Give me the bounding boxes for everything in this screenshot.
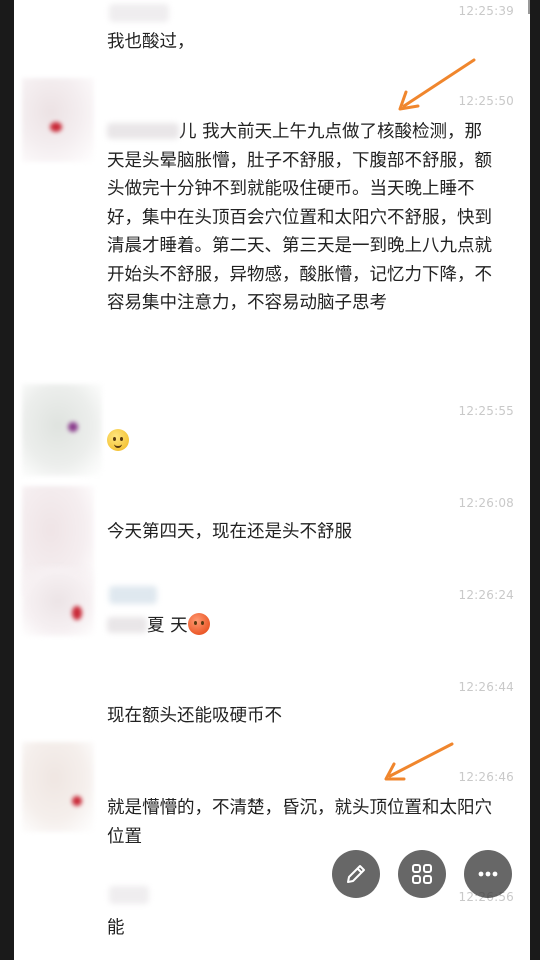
message-timestamp: 12:26:44 (458, 680, 514, 694)
chat-screen: 12:25:39 我也酸过， 12:25:50 儿 我大前天上午九点做了核酸检测… (14, 0, 530, 960)
message-timestamp: 12:26:24 (458, 588, 514, 602)
message-timestamp: 12:25:39 (458, 4, 514, 18)
mention-tail: 儿 (179, 122, 197, 142)
message-text (107, 428, 499, 457)
edit-button[interactable] (332, 850, 380, 898)
annotation-arrow-icon (398, 58, 476, 111)
more-icon (478, 871, 498, 877)
blurred-avatar[interactable] (22, 742, 94, 832)
message-text: 夏 天 (107, 612, 499, 641)
message-text: 儿 我大前天上午九点做了核酸检测，那天是头晕脑胀懵，肚子不舒服，下腹部不舒服，额… (107, 118, 499, 318)
message-timestamp: 12:25:55 (458, 404, 514, 418)
blurred-name (107, 617, 147, 633)
message-text: 我也酸过， (107, 32, 195, 52)
annotation-arrow-icon (384, 742, 454, 781)
halo-face-emoji-icon (107, 429, 129, 451)
blurred-avatar[interactable] (22, 566, 94, 636)
scroll-indicator[interactable] (528, 0, 530, 14)
message-text: 能 (107, 918, 125, 938)
blurred-sender-name (109, 4, 169, 22)
message-text: 现在额头还能吸硬币不 (107, 706, 282, 726)
angry-face-emoji-icon (187, 613, 210, 635)
blurred-avatar[interactable] (22, 78, 94, 162)
message-timestamp: 12:26:46 (458, 770, 514, 784)
blurred-avatar[interactable] (22, 384, 102, 476)
pencil-icon (347, 865, 365, 883)
message-timestamp: 12:26:08 (458, 496, 514, 510)
message-text: 就是懵懵的，不清楚，昏沉，就头顶位置和太阳穴位置 (107, 798, 492, 847)
message-text: 今天第四天，现在还是头不舒服 (107, 522, 352, 542)
grid-icon (412, 864, 432, 884)
more-button[interactable] (464, 850, 512, 898)
blurred-sender-name (109, 886, 149, 904)
message-body: 我大前天上午九点做了核酸检测，那天是头晕脑胀懵，肚子不舒服，下腹部不舒服，额头做… (107, 122, 492, 313)
blurred-mention (107, 123, 179, 139)
blurred-sender-name (109, 586, 157, 604)
apps-button[interactable] (398, 850, 446, 898)
message-body: 夏 天 (147, 616, 188, 636)
